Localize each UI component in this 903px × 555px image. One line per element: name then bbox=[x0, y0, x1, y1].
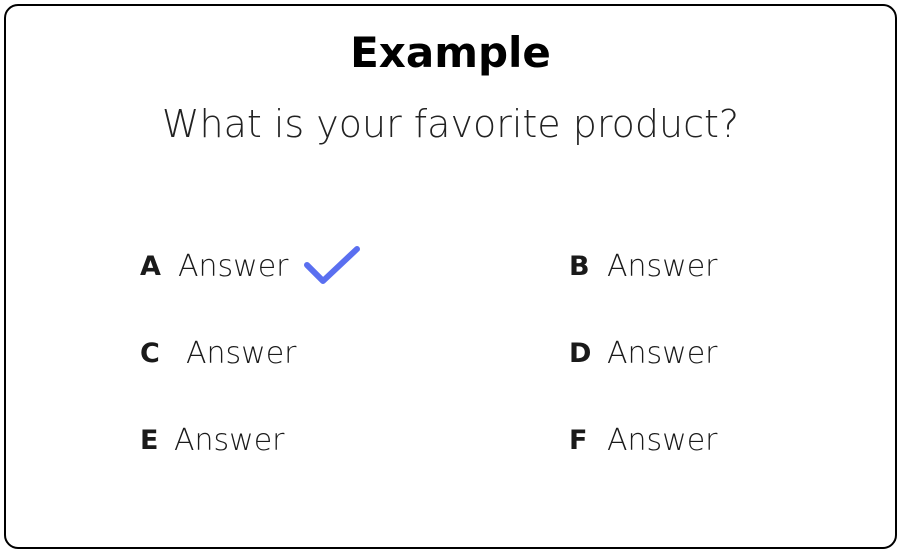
option-letter: F bbox=[569, 424, 588, 456]
option-letter: D bbox=[569, 337, 592, 369]
option-f[interactable]: F Answer bbox=[569, 420, 718, 460]
option-c[interactable]: C Answer bbox=[140, 333, 297, 373]
quiz-title: Example bbox=[350, 28, 551, 77]
option-text: Answer bbox=[607, 248, 718, 284]
option-text: Answer bbox=[186, 335, 297, 371]
option-letter: A bbox=[140, 250, 161, 282]
option-b[interactable]: B Answer bbox=[569, 246, 718, 286]
option-d[interactable]: D Answer bbox=[569, 333, 718, 373]
option-text: Answer bbox=[174, 422, 285, 458]
option-text: Answer bbox=[178, 248, 289, 284]
option-letter: C bbox=[140, 337, 160, 369]
option-text: Answer bbox=[607, 335, 718, 371]
checkmark-icon bbox=[303, 243, 363, 289]
option-text: Answer bbox=[607, 422, 718, 458]
option-letter: E bbox=[140, 424, 159, 456]
quiz-card: Example What is your favorite product? A… bbox=[4, 4, 897, 549]
question-text: What is your favorite product? bbox=[161, 102, 740, 146]
option-a[interactable]: A Answer bbox=[140, 246, 363, 286]
option-e[interactable]: E Answer bbox=[140, 420, 285, 460]
option-letter: B bbox=[569, 250, 590, 282]
